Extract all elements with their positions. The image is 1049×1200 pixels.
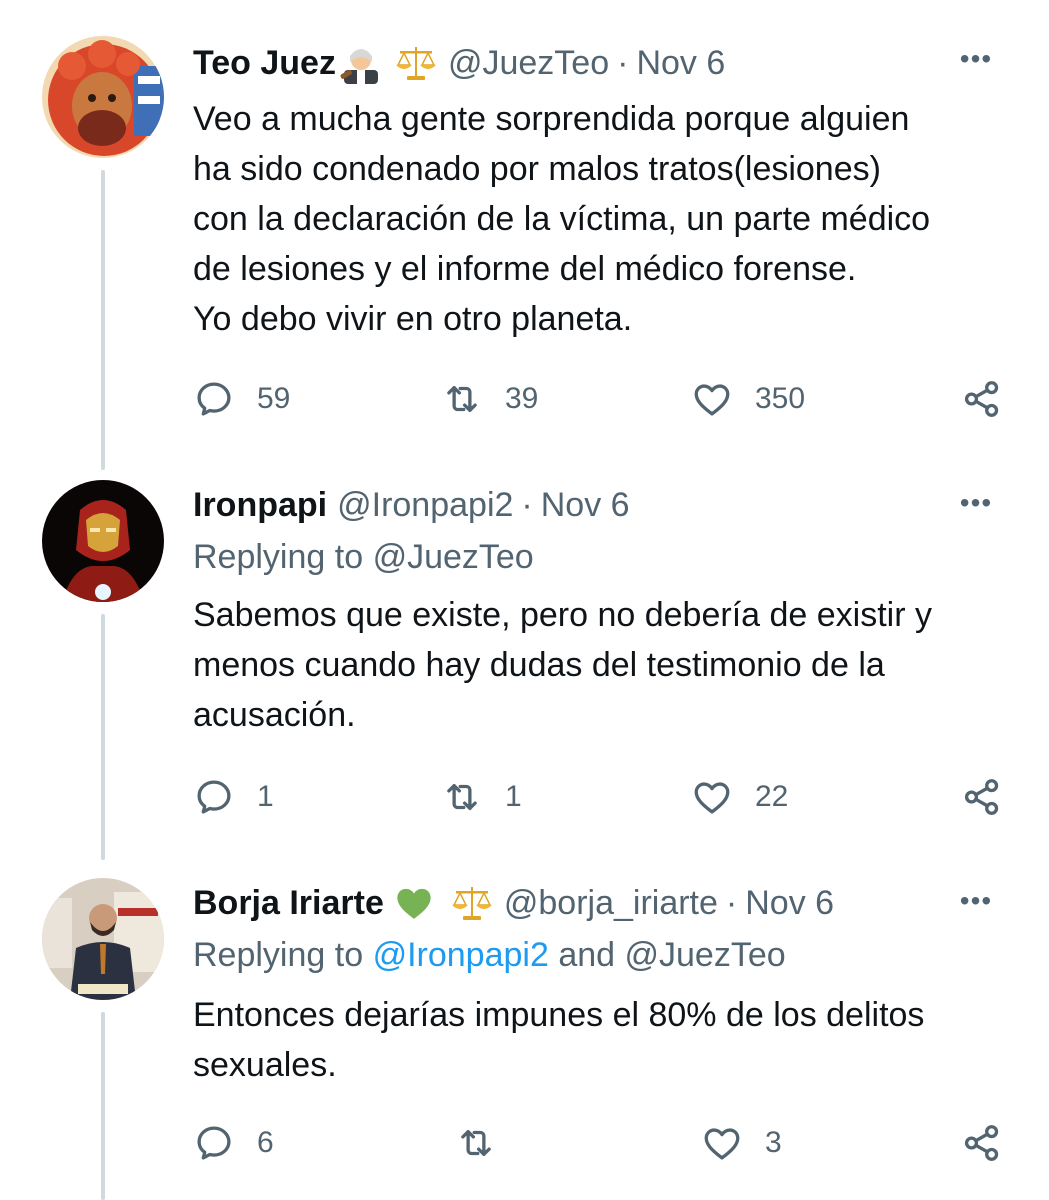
tweet-text: Veo a mucha gente sorprendida porque alg… (193, 94, 1013, 344)
user-handle[interactable]: @JuezTeo (448, 44, 609, 83)
text-line: con la declaración de la víctima, un par… (193, 200, 931, 238)
reply-count: 59 (257, 382, 291, 415)
tweet-text: Entonces dejarías impunes el 80% de los … (193, 990, 1013, 1090)
tweet-2[interactable]: Ironpapi @Ironpapi2 · Nov 6 ••• Replying… (0, 480, 1049, 860)
more-options-icon[interactable]: ••• (951, 43, 1001, 74)
like-count: 3 (765, 1126, 782, 1159)
thread-line (101, 614, 105, 860)
reply-icon (197, 780, 231, 814)
heart-icon (704, 1128, 740, 1160)
like-button[interactable]: 22 (691, 772, 788, 822)
more-options-icon[interactable]: ••• (951, 885, 1001, 916)
display-name[interactable]: Teo Juez (193, 44, 336, 83)
replying-and: and (558, 936, 616, 974)
retweet-count: 1 (505, 780, 522, 813)
retweet-icon (447, 783, 477, 811)
text-line: menos cuando hay dudas del testimonio de… (193, 646, 885, 684)
reply-count: 6 (257, 1126, 274, 1159)
replying-handle-link[interactable]: @Ironpapi2 (373, 936, 549, 974)
tweet-header: Borja Iriarte @borja_iriarte · Nov 6 (193, 878, 834, 928)
like-button[interactable]: 350 (691, 374, 805, 424)
scales-icon (450, 883, 494, 923)
reply-button[interactable]: 1 (193, 772, 274, 822)
tweet-date[interactable]: Nov 6 (541, 486, 630, 525)
like-button[interactable]: 3 (701, 1118, 782, 1168)
tweet-date[interactable]: Nov 6 (745, 884, 834, 923)
text-line: Entonces dejarías impunes el 80% de los … (193, 996, 925, 1034)
user-handle[interactable]: @borja_iriarte (504, 884, 718, 923)
retweet-icon (447, 385, 477, 413)
replying-to: Replying to @JuezTeo (193, 538, 534, 577)
thread-line (101, 170, 105, 470)
replying-prefix: Replying to (193, 936, 364, 974)
separator-dot: · (521, 485, 533, 524)
display-name[interactable]: Ironpapi (193, 486, 327, 525)
action-bar: 1 1 22 (193, 772, 1013, 822)
heart-icon (694, 782, 730, 814)
text-line: Veo a mucha gente sorprendida porque alg… (193, 100, 910, 138)
retweet-button[interactable]: 1 (441, 772, 522, 822)
thread-line (101, 1012, 105, 1200)
replying-handle[interactable]: @JuezTeo (625, 936, 786, 974)
action-bar: 6 3 (193, 1118, 1013, 1168)
replying-handle[interactable]: @JuezTeo (373, 538, 534, 576)
like-count: 350 (755, 382, 806, 415)
retweet-button[interactable]: 39 (441, 374, 538, 424)
judge-emoji-icon (338, 40, 384, 86)
reply-button[interactable]: 59 (193, 374, 290, 424)
share-icon (964, 381, 999, 417)
text-line: Sabemos que existe, pero no debería de e… (193, 596, 932, 634)
display-name[interactable]: Borja Iriarte (193, 884, 384, 923)
heart-icon (694, 384, 730, 416)
tweet-1[interactable]: Teo Juez @JuezTeo · Nov 6 ••• Veo a much… (0, 36, 1049, 470)
more-options-icon[interactable]: ••• (951, 487, 1001, 518)
avatar-teo-juez[interactable] (42, 36, 164, 158)
avatar-ironpapi[interactable] (42, 480, 164, 602)
green-heart-icon (394, 883, 434, 923)
avatar-borja-iriarte[interactable] (42, 878, 164, 1000)
tweet-date[interactable]: Nov 6 (636, 44, 725, 83)
tweet-header: Ironpapi @Ironpapi2 · Nov 6 (193, 480, 630, 530)
tweet-3[interactable]: Borja Iriarte @borja_iriarte · Nov 6 •••… (0, 878, 1049, 1200)
user-handle[interactable]: @Ironpapi2 (337, 486, 513, 525)
text-line: Yo debo vivir en otro planeta. (193, 300, 633, 338)
reply-icon (197, 382, 231, 416)
separator-dot: · (725, 883, 738, 922)
share-button[interactable] (961, 1118, 1003, 1168)
tweet-header: Teo Juez @JuezTeo · Nov 6 (193, 38, 725, 88)
tweet-text: Sabemos que existe, pero no debería de e… (193, 590, 1013, 740)
text-line: sexuales. (193, 1046, 337, 1084)
like-count: 22 (755, 780, 789, 813)
text-line: de lesiones y el informe del médico fore… (193, 250, 857, 288)
reply-button[interactable]: 6 (193, 1118, 274, 1168)
reply-icon (197, 1126, 231, 1160)
text-line: acusación. (193, 696, 356, 734)
scales-icon (394, 43, 438, 83)
text-line: ha sido condenado por malos tratos(lesio… (193, 150, 881, 188)
reply-count: 1 (257, 780, 274, 813)
share-icon (964, 779, 999, 815)
replying-to: Replying to @Ironpapi2 and @JuezTeo (193, 936, 786, 975)
retweet-button[interactable] (455, 1118, 519, 1168)
action-bar: 59 39 350 (193, 374, 1013, 424)
share-button[interactable] (961, 772, 1003, 822)
separator-dot: · (617, 43, 629, 82)
share-icon (964, 1125, 999, 1161)
retweet-count: 39 (505, 382, 539, 415)
retweet-icon (461, 1129, 491, 1157)
share-button[interactable] (961, 374, 1003, 424)
replying-prefix: Replying to (193, 538, 364, 576)
